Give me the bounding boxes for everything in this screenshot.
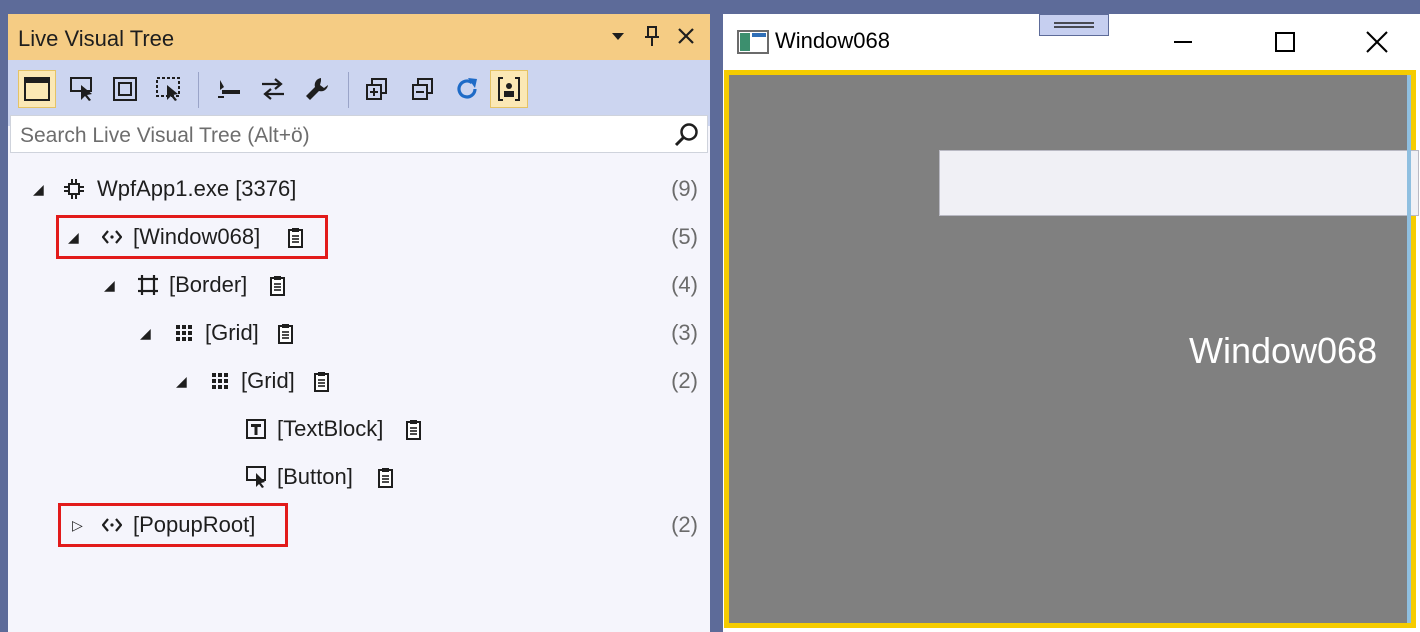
tree-node-count: (5) — [671, 224, 698, 249]
live-visual-tree-panel: Live Visual Tree Search Live Visual Tree… — [8, 14, 710, 632]
tree-node-border[interactable]: ◢ [Border] (4) — [8, 266, 710, 306]
collapse-all-icon[interactable] — [404, 70, 442, 108]
tree-node-count: (2) — [671, 368, 698, 393]
search-input[interactable]: Search Live Visual Tree (Alt+ö) — [20, 124, 310, 148]
dropdown-arrow-icon[interactable] — [604, 22, 632, 50]
window-icon[interactable] — [18, 70, 56, 108]
close-icon[interactable] — [672, 22, 700, 50]
window-app-icon — [737, 30, 769, 59]
show-just-my-xaml-icon[interactable] — [210, 70, 248, 108]
tree-node-count: (2) — [671, 512, 698, 537]
highlight-box — [58, 503, 288, 547]
tree-node-label: [Border] — [169, 272, 248, 297]
expanded-arrow-icon[interactable]: ◢ — [140, 325, 156, 341]
tree-node-count: (4) — [671, 272, 698, 297]
tree-node-count: (3) — [671, 320, 698, 345]
wrench-icon[interactable] — [298, 70, 336, 108]
track-focus-icon[interactable] — [150, 70, 188, 108]
window-text: Window068 — [1189, 330, 1378, 371]
panel-title-bar: Live Visual Tree — [8, 14, 710, 60]
document-icon[interactable] — [376, 467, 396, 489]
textblock-icon — [246, 419, 266, 439]
search-box[interactable]: Search Live Visual Tree (Alt+ö) — [10, 115, 708, 153]
tree-node-grid[interactable]: ◢ [Grid] (2) — [8, 362, 710, 402]
process-icon — [64, 179, 84, 199]
expanded-arrow-icon[interactable]: ◢ — [33, 181, 49, 197]
drag-handle-icon[interactable] — [1039, 14, 1109, 36]
tree-node-textblock[interactable]: [TextBlock] — [8, 410, 710, 450]
tree-node-label: [TextBlock] — [277, 416, 384, 441]
pin-icon[interactable] — [638, 22, 666, 50]
toolbar-separator — [348, 72, 349, 108]
panel-title: Live Visual Tree — [18, 26, 175, 51]
refresh-icon[interactable] — [448, 70, 486, 108]
window-title-bar: Window068 — [723, 14, 1420, 70]
grid-icon — [210, 371, 230, 391]
selection-rail — [1407, 75, 1411, 623]
select-element-icon[interactable] — [64, 70, 102, 108]
tree-node-count: (9) — [671, 176, 698, 201]
document-icon[interactable] — [268, 275, 288, 297]
tree-node-label: [Grid] — [205, 320, 259, 345]
show-properties-icon[interactable] — [490, 70, 528, 108]
document-icon[interactable] — [404, 419, 424, 441]
window-title: Window068 — [775, 28, 890, 53]
minimize-button[interactable] — [1161, 22, 1205, 62]
tree-node-label: [Button] — [277, 464, 353, 489]
expanded-arrow-icon[interactable]: ◢ — [104, 277, 120, 293]
document-icon[interactable] — [276, 323, 296, 345]
app-window: Window068 Window068 — [723, 14, 1420, 632]
button[interactable] — [939, 150, 1419, 216]
layout-adorner-icon[interactable] — [106, 70, 144, 108]
toolbar-separator — [198, 72, 199, 108]
window-client-area: Window068 — [724, 70, 1419, 628]
document-icon[interactable] — [312, 371, 332, 393]
expand-all-icon[interactable] — [358, 70, 396, 108]
tree-node-label: WpfApp1.exe [3376] — [97, 176, 297, 201]
border-icon — [138, 275, 158, 295]
tree-node-grid[interactable]: ◢ [Grid] (3) — [8, 314, 710, 354]
search-icon[interactable] — [673, 121, 701, 149]
tree-node-label: [Grid] — [241, 368, 295, 393]
tree-node-button[interactable]: [Button] — [8, 458, 710, 498]
swap-icon[interactable] — [254, 70, 292, 108]
tree-node-process[interactable]: ◢ WpfApp1.exe [3376] (9) — [8, 170, 710, 210]
button-icon — [246, 466, 266, 488]
close-window-button[interactable] — [1355, 22, 1399, 62]
highlight-box — [56, 215, 328, 259]
grid-icon — [174, 323, 194, 343]
maximize-button[interactable] — [1263, 22, 1307, 62]
expanded-arrow-icon[interactable]: ◢ — [176, 373, 192, 389]
